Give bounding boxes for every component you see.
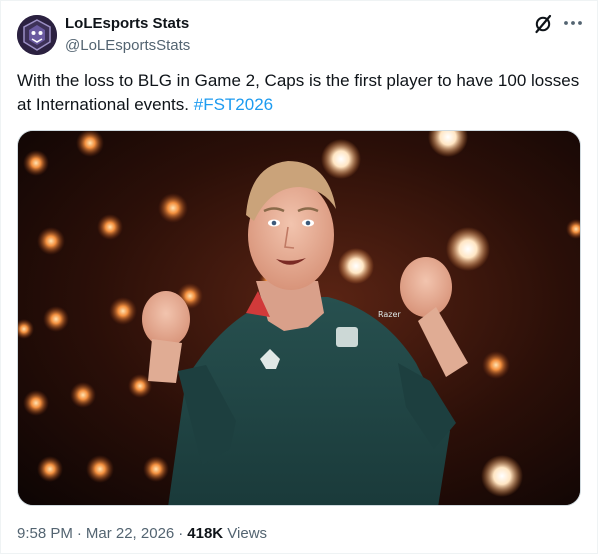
svg-text:Razer: Razer: [378, 310, 401, 319]
tweet-body: With the loss to BLG in Game 2, Caps is …: [17, 71, 580, 114]
tweet-date[interactable]: Mar 22, 2026: [86, 525, 174, 542]
views-count: 418K: [187, 525, 224, 542]
more-options-icon: [564, 21, 582, 25]
tweet-time[interactable]: 9:58 PM: [17, 525, 73, 542]
author-handle[interactable]: @LoLEsportsStats: [65, 37, 190, 54]
tweet-meta: 9:58 PM · Mar 22, 2026 · 418K Views: [17, 525, 267, 542]
author-avatar[interactable]: [17, 15, 57, 55]
tweet-photo[interactable]: Razer: [17, 130, 581, 506]
lolesports-stats-logo-icon: [17, 15, 57, 55]
player-photo: Razer: [18, 131, 580, 505]
author-name[interactable]: LoLEsports Stats: [65, 15, 189, 32]
views-label: Views: [227, 525, 268, 542]
tweet-text: With the loss to BLG in Game 2, Caps is …: [17, 69, 583, 117]
more-options-button[interactable]: [561, 11, 585, 35]
hashtag-link[interactable]: #FST2026: [194, 95, 273, 114]
grok-icon: [535, 14, 552, 34]
meta-separator: ·: [76, 525, 82, 542]
grok-button[interactable]: [533, 13, 553, 35]
meta-separator: ·: [178, 525, 184, 542]
tweet-card: LoLEsports Stats @LoLEsportsStats With t…: [0, 0, 598, 554]
